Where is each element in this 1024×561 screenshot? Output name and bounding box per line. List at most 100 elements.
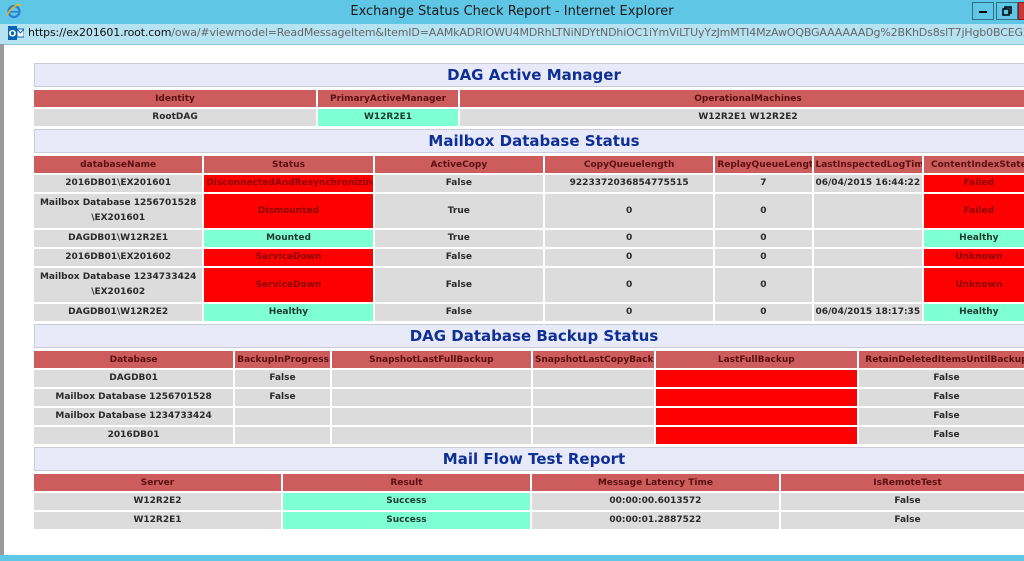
cell-status: ServiceDown [204,268,373,302]
table-row: Mailbox Database 1234733424 \EX201602 Ser… [34,268,1024,302]
minimize-icon [979,11,987,13]
cell-snapshotlastcopybackup [532,427,654,444]
cell-replayqueuelength: 7 [715,175,812,192]
table-row: 2016DB01 False [34,427,1024,444]
address-bar[interactable]: O https://ex201601.root.com/owa/#viewmod… [0,24,1024,45]
cell-databasename: Mailbox Database 1234733424 \EX201602 [34,268,203,302]
url-text[interactable]: https://ex201601.root.com/owa/#viewmodel… [28,26,1024,39]
cell-contentindexstate: Failed [923,175,1024,192]
cell-replayqueuelength: 0 [715,194,812,228]
cell-replayqueuelength: 0 [715,304,812,321]
cell-activecopy: False [374,268,543,302]
cell-lastfullbackup [655,370,857,387]
column-header-activecopy: ActiveCopy [374,156,543,173]
cell-snapshotlastfullbackup [331,389,531,406]
cell-activecopy: False [374,249,543,266]
cell-snapshotlastcopybackup [532,370,654,387]
cell-databasename: Mailbox Database 1256701528 \EX201601 [34,194,203,228]
cell-lastinspectedlogtime: 06/04/2015 16:44:22 [813,175,922,192]
table-row: W12R2E2 Success 00:00:00.6013572 False [34,493,1024,510]
cell-replayqueuelength: 0 [715,249,812,266]
table-row: 2016DB01\EX201601 DisconnectedAndResynchr… [34,175,1024,192]
cell-result: Success [282,512,530,529]
table-row: Mailbox Database 1256701528 False False [34,389,1024,406]
table-row: DAGDB01\W12R2E2 Healthy False 0 0 06/04/2015 … [34,304,1024,321]
cell-server: W12R2E1 [34,512,281,529]
column-header-lastfullbackup: LastFullBackup [655,351,857,368]
cell-status: DisconnectedAndResynchronizing [204,175,373,192]
cell-server: W12R2E2 [34,493,281,510]
cell-snapshotlastfullbackup [331,370,531,387]
cell-operationalmachines: W12R2E1 W12R2E2 [460,109,1024,126]
cell-isremotetest: False [780,512,1024,529]
cell-contentindexstate: Unknown [923,268,1024,302]
cell-lastfullbackup [655,389,857,406]
cell-database: Mailbox Database 1256701528 [34,389,234,406]
cell-result: Success [282,493,530,510]
cell-lastinspectedlogtime [813,249,922,266]
column-header-lastinspectedlogtime: LastInspectedLogTime [813,156,922,173]
taskbar-strip [0,555,1024,561]
cell-databasename: 2016DB01\EX201602 [34,249,203,266]
column-header-backupinprogress: BackupInProgress [235,351,330,368]
cell-identity: RootDAG [34,109,316,126]
column-header-database: Database [34,351,234,368]
minimize-button[interactable] [972,2,994,20]
cell-backupinprogress [235,427,330,444]
cell-copyqueuelength: 0 [544,268,714,302]
section-title-dag-database-backup-status: DAG Database Backup Status [34,324,1024,348]
column-header-server: Server [34,474,281,491]
cell-copyqueuelength: 0 [544,304,714,321]
column-header-status: Status [204,156,373,173]
cell-activecopy: False [374,304,543,321]
restore-button[interactable] [996,2,1018,20]
section-title-dag-active-manager: DAG Active Manager [34,63,1024,87]
cell-lastinspectedlogtime [813,268,922,302]
cell-replayqueuelength: 0 [715,230,812,247]
column-header-message-latency-time: Message Latency Time [531,474,779,491]
cell-copyqueuelength: 0 [544,230,714,247]
cell-databasename: DAGDB01\W12R2E1 [34,230,203,247]
column-header-operationalmachines: OperationalMachines [460,90,1024,107]
cell-copyqueuelength: 9223372036854775515 [544,175,714,192]
cell-database: DAGDB01 [34,370,234,387]
cell-retaindeleteditemsuntilbackup: False [858,389,1024,406]
cell-status: ServiceDown [204,249,373,266]
table-row: DAGDB01 False False [34,370,1024,387]
cell-lastinspectedlogtime [813,194,922,228]
close-button[interactable] [1018,2,1024,20]
svg-text:O: O [9,30,17,40]
cell-lastinspectedlogtime: 06/04/2015 18:17:35 [813,304,922,321]
cell-activecopy: False [374,175,543,192]
column-header-contentindexstate: ContentIndexState [923,156,1024,173]
cell-snapshotlastcopybackup [532,389,654,406]
cell-retaindeleteditemsuntilbackup: False [858,408,1024,425]
cell-message-latency-time: 00:00:01.2887522 [531,512,779,529]
table-header-row: Database BackupInProgress SnapshotLastFull… [34,351,1024,368]
cell-retaindeleteditemsuntilbackup: False [858,427,1024,444]
cell-contentindexstate: Unknown [923,249,1024,266]
table-row: W12R2E1 Success 00:00:01.2887522 False [34,512,1024,529]
cell-contentindexstate: Failed [923,194,1024,228]
url-path: /owa/#viewmodel=ReadMessageItem&ItemID=A… [171,26,1024,39]
table-row: 2016DB01\EX201602 ServiceDown False 0 0 Unkno… [34,249,1024,266]
mailbox-database-status-table: databaseName Status ActiveCopy CopyQueuelen… [32,154,1024,323]
column-header-replayqueuelength: ReplayQueueLength [715,156,812,173]
section-title-mailbox-database-status: Mailbox Database Status [34,129,1024,153]
cell-database: Mailbox Database 1234733424 [34,408,234,425]
url-domain: root.com [123,26,172,39]
cell-backupinprogress [235,408,330,425]
dag-active-manager-table: Identity PrimaryActiveManager OperationalM… [32,88,1024,128]
cell-lastfullbackup [655,427,857,444]
column-header-snapshotlastcopybackup: SnapshotLastCopyBackup [532,351,654,368]
cell-backupinprogress: False [235,370,330,387]
table-header-row: Identity PrimaryActiveManager OperationalM… [34,90,1024,107]
column-header-retaindeleteditemsuntilbackup: RetainDeletedItemsUntilBackup [858,351,1024,368]
column-header-snapshotlastfullbackup: SnapshotLastFullBackup [331,351,531,368]
outlook-icon: O [8,26,24,40]
table-row: Mailbox Database 1256701528 \EX201601 Dis… [34,194,1024,228]
cell-copyqueuelength: 0 [544,194,714,228]
cell-isremotetest: False [780,493,1024,510]
cell-lastinspectedlogtime [813,230,922,247]
cell-retaindeleteditemsuntilbackup: False [858,370,1024,387]
